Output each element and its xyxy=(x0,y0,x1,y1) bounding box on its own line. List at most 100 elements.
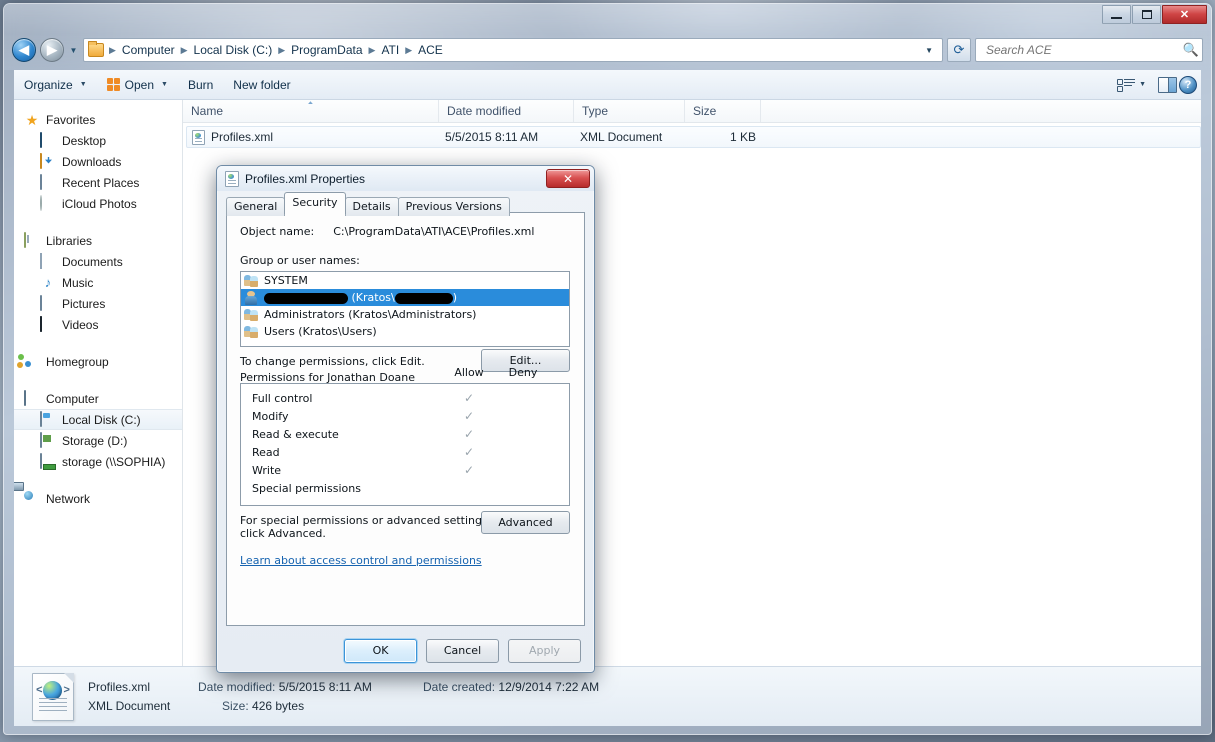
tab-security[interactable]: Security xyxy=(284,192,346,214)
new-folder-button[interactable]: New folder xyxy=(224,74,299,96)
ok-button[interactable]: OK xyxy=(344,639,417,663)
allow-checkmark-icon[interactable]: ✓ xyxy=(464,428,474,440)
organize-button[interactable]: Organize ▼ xyxy=(15,74,96,96)
documents-icon xyxy=(40,252,56,270)
sidebar-item-computer[interactable]: Computer xyxy=(14,388,182,409)
user-icon xyxy=(244,290,259,305)
table-row[interactable]: Full control ✓ xyxy=(241,389,569,407)
breadcrumb[interactable]: ▶ Computer ▶ Local Disk (C:) ▶ ProgramDa… xyxy=(83,38,943,62)
list-item[interactable]: SYSTEM xyxy=(241,272,569,289)
allow-checkmark-icon[interactable]: ✓ xyxy=(464,392,474,404)
table-row[interactable]: Profiles.xml 5/5/2015 8:11 AM XML Docume… xyxy=(186,126,1201,148)
column-header-type[interactable]: Type xyxy=(574,100,685,122)
breadcrumb-dropdown-icon[interactable]: ▼ xyxy=(918,46,940,55)
minimize-button[interactable] xyxy=(1102,5,1131,24)
dialog-footer: OK Cancel Apply xyxy=(217,639,594,663)
permissions-list[interactable]: Full control ✓ Modify ✓ Read & execute ✓… xyxy=(240,383,570,506)
sidebar-item-icloud-photos[interactable]: iCloud Photos xyxy=(14,193,182,214)
explorer-window: ✕ ◀ ▶ ▼ ▶ Computer ▶ Local Disk (C:) ▶ P… xyxy=(3,3,1212,735)
preview-pane-icon[interactable] xyxy=(1158,76,1177,93)
sidebar-item-pictures[interactable]: Pictures xyxy=(14,293,182,314)
list-item[interactable]: Users (Kratos\Users) xyxy=(241,323,569,340)
burn-button[interactable]: Burn xyxy=(179,74,222,96)
sidebar-item-downloads[interactable]: Downloads xyxy=(14,151,182,172)
column-header-date-modified[interactable]: Date modified xyxy=(439,100,574,122)
maximize-button[interactable] xyxy=(1132,5,1161,24)
sidebar-label: Music xyxy=(62,275,94,290)
learn-about-access-control-link[interactable]: Learn about access control and permissio… xyxy=(240,554,482,567)
sidebar-item-desktop[interactable]: Desktop xyxy=(14,130,182,151)
music-icon: ♪ xyxy=(44,274,52,290)
sidebar-item-music[interactable]: ♪ Music xyxy=(14,272,182,293)
videos-icon xyxy=(40,315,56,333)
search-icon[interactable]: 🔍 xyxy=(1183,42,1199,57)
folder-icon xyxy=(88,41,104,57)
refresh-icon[interactable]: ⟳ xyxy=(947,38,971,62)
sidebar-label: Local Disk (C:) xyxy=(62,412,141,427)
sidebar-label: storage (\\SOPHIA) xyxy=(62,454,166,469)
dialog-titlebar: Profiles.xml Properties ✕ xyxy=(217,166,594,191)
sidebar-item-local-disk-c[interactable]: Local Disk (C:) xyxy=(14,409,182,430)
file-type-cell: XML Document xyxy=(580,130,663,144)
advanced-button[interactable]: Advanced xyxy=(481,511,570,534)
dialog-close-button[interactable]: ✕ xyxy=(546,169,590,188)
allow-checkmark-icon[interactable]: ✓ xyxy=(464,446,474,458)
breadcrumb-item-ace[interactable]: ACE xyxy=(415,41,446,59)
recent-places-icon xyxy=(40,173,56,191)
sidebar-item-libraries[interactable]: Libraries xyxy=(14,230,182,251)
date-created-label: Date created: xyxy=(423,679,496,694)
apply-button[interactable]: Apply xyxy=(508,639,581,663)
change-view-icon[interactable] xyxy=(1117,78,1136,92)
sidebar-item-storage-d[interactable]: Storage (D:) xyxy=(14,430,182,451)
column-header-name[interactable]: Name xyxy=(183,100,439,122)
close-button[interactable]: ✕ xyxy=(1162,5,1207,24)
breadcrumb-item-local-disk[interactable]: Local Disk (C:) xyxy=(191,41,276,59)
help-icon[interactable]: ? xyxy=(1179,75,1197,94)
breadcrumb-item-computer[interactable]: Computer xyxy=(119,41,178,59)
table-row[interactable]: Modify ✓ xyxy=(241,407,569,425)
sidebar-item-recent-places[interactable]: Recent Places xyxy=(14,172,182,193)
search-input[interactable] xyxy=(984,42,1184,58)
tab-general[interactable]: General xyxy=(226,197,286,216)
permissions-header-row: Permissions for Jonathan Doane Allow Den… xyxy=(240,366,570,384)
status-text-block: Profiles.xml Date modified: 5/5/2015 8:1… xyxy=(88,678,599,716)
list-item[interactable]: Administrators (Kratos\Administrators) xyxy=(241,306,569,323)
redaction-bar xyxy=(394,292,453,304)
table-row[interactable]: Write ✓ xyxy=(241,461,569,479)
sidebar-item-network[interactable]: Network xyxy=(14,488,182,509)
properties-dialog: Profiles.xml Properties ✕ General Securi… xyxy=(216,165,595,673)
breadcrumb-item-programdata[interactable]: ProgramData xyxy=(288,41,365,59)
user-name-redacted: (Kratos\) xyxy=(264,291,457,304)
file-date-cell: 5/5/2015 8:11 AM xyxy=(445,130,539,144)
table-row[interactable]: Special permissions xyxy=(241,479,569,497)
status-file-name: Profiles.xml xyxy=(88,679,151,694)
allow-checkmark-icon[interactable]: ✓ xyxy=(464,464,474,476)
sidebar-item-homegroup[interactable]: Homegroup xyxy=(14,351,182,372)
date-modified-label: Date modified: xyxy=(198,679,276,694)
history-dropdown-icon[interactable]: ▼ xyxy=(68,46,79,55)
breadcrumb-item-ati[interactable]: ATI xyxy=(378,41,402,59)
sidebar-item-favorites[interactable]: ★ Favorites xyxy=(14,109,182,130)
xml-file-icon xyxy=(192,129,205,145)
sidebar-item-storage-sophia[interactable]: storage (\\SOPHIA) xyxy=(14,451,182,472)
chevron-down-icon[interactable]: ▼ xyxy=(1139,81,1146,88)
list-item[interactable]: (Kratos\) xyxy=(241,289,569,306)
forward-button[interactable]: ▶ xyxy=(40,38,64,62)
tab-details[interactable]: Details xyxy=(344,197,399,216)
sidebar-item-documents[interactable]: Documents xyxy=(14,251,182,272)
sidebar-item-videos[interactable]: Videos xyxy=(14,314,182,335)
column-header-spacer xyxy=(761,100,1201,122)
tab-previous-versions[interactable]: Previous Versions xyxy=(397,197,510,216)
open-button[interactable]: Open ▼ xyxy=(98,74,177,96)
back-button[interactable]: ◀ xyxy=(12,38,36,62)
explorer-body: ★ Favorites Desktop Downloads Recent Pla… xyxy=(14,100,1201,666)
group-or-user-names-list[interactable]: SYSTEM (Kratos\) Administrators (Kratos\… xyxy=(240,271,570,347)
allow-checkmark-icon[interactable]: ✓ xyxy=(464,410,474,422)
table-row[interactable]: Read & execute ✓ xyxy=(241,425,569,443)
search-box[interactable]: 🔍 xyxy=(975,38,1203,62)
cancel-button[interactable]: Cancel xyxy=(426,639,499,663)
table-row[interactable]: Read ✓ xyxy=(241,443,569,461)
user-name-suffix: ) xyxy=(452,291,458,304)
user-name-label: SYSTEM xyxy=(264,274,308,287)
column-header-size[interactable]: Size xyxy=(685,100,761,122)
